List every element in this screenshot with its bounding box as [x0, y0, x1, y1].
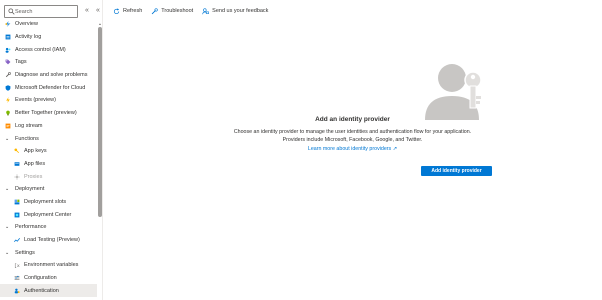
main-content: Add an identity provider Choose an ident… — [103, 22, 602, 300]
authentication-icon — [14, 288, 20, 294]
search-icon — [8, 8, 15, 15]
sidebar-item-label: Proxies — [24, 173, 43, 180]
sidebar-item-configuration[interactable]: Configuration — [0, 272, 97, 285]
sidebar-item-label: Overview — [15, 21, 38, 28]
search-input[interactable] — [15, 6, 77, 17]
chevron-down-icon: ⌄ — [5, 186, 10, 193]
learn-more-link[interactable]: Learn more about identity providers ↗ — [103, 146, 602, 152]
command-bar: Refresh Troubleshoot Send us your feedba… — [103, 0, 602, 22]
sidebar-item-deployment-slots[interactable]: Deployment slots — [0, 196, 97, 209]
load-testing-icon — [14, 237, 20, 243]
group-settings[interactable]: ⌄ Settings — [0, 246, 97, 259]
sidebar-item-label: Log stream — [15, 122, 43, 129]
sidebar-item-app-keys[interactable]: App keys — [0, 145, 97, 158]
collapse-sidebar-button[interactable]: « — [94, 6, 102, 16]
chevron-down-icon: ⌄ — [5, 249, 10, 256]
sidebar-item-label: Better Together (preview) — [15, 110, 77, 117]
feedback-label: Send us your feedback — [212, 8, 269, 14]
sidebar-item-overview[interactable]: Overview — [0, 18, 97, 31]
wrench-icon — [151, 7, 158, 14]
variables-icon: [x] — [14, 263, 20, 268]
sidebar-item-label: Configuration — [24, 275, 57, 282]
sidebar-item-label: Microsoft Defender for Cloud — [15, 84, 86, 91]
feedback-icon — [202, 7, 210, 14]
page-title: Add an identity provider — [315, 116, 390, 123]
add-identity-provider-button[interactable]: Add identity provider — [421, 166, 492, 176]
sidebar-item-authentication[interactable]: Authentication — [0, 284, 97, 298]
group-label: Functions — [15, 135, 39, 142]
troubleshoot-button[interactable]: Troubleshoot — [151, 7, 194, 15]
page-description: Choose an identity provider to manage th… — [103, 129, 602, 144]
sidebar-item-events[interactable]: Events (preview) — [0, 94, 97, 107]
events-icon — [6, 97, 10, 104]
group-functions[interactable]: ⌄ Functions — [0, 132, 97, 145]
refresh-label: Refresh — [123, 8, 143, 14]
lightning-icon — [5, 21, 11, 28]
sidebar-item-proxies[interactable]: Proxies — [0, 170, 97, 183]
sidebar-item-label: Authentication — [24, 287, 59, 294]
group-deployment[interactable]: ⌄ Deployment — [0, 183, 97, 196]
description-line: Choose an identity provider to manage th… — [233, 129, 472, 135]
chevron-down-icon: ⌄ — [5, 224, 10, 231]
svg-text:[x]: [x] — [14, 263, 20, 268]
configuration-icon — [14, 275, 20, 280]
sidebar-item-label: Environment variables — [24, 262, 79, 269]
sidebar-item-defender[interactable]: Microsoft Defender for Cloud — [0, 81, 97, 94]
scrollbar-thumb[interactable] — [98, 27, 102, 217]
sidebar-item-label: Tags — [15, 59, 27, 66]
log-stream-icon — [5, 123, 11, 129]
sidebar-item-label: Events (preview) — [15, 97, 56, 104]
sidebar-item-deployment-center[interactable]: Deployment Center — [0, 208, 97, 221]
files-icon — [14, 162, 20, 166]
group-performance[interactable]: ⌄ Performance — [0, 221, 97, 234]
sidebar-item-load-testing[interactable]: Load Testing (Preview) — [0, 234, 97, 247]
troubleshoot-label: Troubleshoot — [161, 8, 194, 14]
sidebar-item-activity-log[interactable]: Activity log — [0, 31, 97, 44]
sidebar-item-label: Deployment slots — [24, 198, 67, 205]
wrench-icon — [5, 72, 11, 78]
search-row: « « — [4, 5, 100, 19]
sidebar-item-label: App files — [24, 160, 46, 167]
sidebar-item-label: Activity log — [15, 34, 42, 41]
shield-icon — [5, 85, 11, 91]
search-box[interactable] — [4, 5, 78, 18]
group-label: Performance — [15, 224, 47, 231]
tag-icon — [5, 60, 11, 65]
sidebar-nav: Overview Activity log Access control (IA… — [0, 18, 97, 298]
key-icon — [14, 148, 20, 154]
slots-icon — [14, 199, 20, 205]
refresh-icon — [113, 7, 120, 14]
scroll-up-arrow-icon[interactable]: ▲ — [98, 22, 102, 26]
feedback-button[interactable]: Send us your feedback — [202, 7, 269, 15]
sidebar-item-label: Deployment Center — [24, 211, 72, 218]
sidebar-item-log-stream[interactable]: Log stream — [0, 120, 97, 133]
sidebar-item-app-files[interactable]: App files — [0, 158, 97, 171]
group-label: Settings — [15, 249, 35, 256]
sidebar: « « Overview Activity log Access control… — [0, 0, 103, 300]
lightbulb-icon — [6, 110, 10, 116]
sidebar-item-better-together[interactable]: Better Together (preview) — [0, 107, 97, 120]
sidebar-scrollbar[interactable]: ▲ — [98, 22, 102, 300]
activity-log-icon — [5, 34, 11, 40]
sidebar-item-label: Access control (IAM) — [15, 46, 66, 53]
sidebar-item-access-control[interactable]: Access control (IAM) — [0, 43, 97, 56]
sidebar-item-label: Diagnose and solve problems — [15, 72, 88, 79]
sidebar-item-environment-variables[interactable]: [x] Environment variables — [0, 259, 97, 272]
proxies-icon — [14, 173, 20, 180]
sidebar-item-label: App keys — [24, 148, 47, 155]
expand-collapse-button[interactable]: « — [83, 6, 91, 16]
description-line: Providers include Microsoft, Facebook, G… — [282, 136, 423, 143]
chevron-down-icon: ⌄ — [5, 135, 10, 142]
sidebar-item-label: Load Testing (Preview) — [24, 237, 80, 244]
sidebar-item-tags[interactable]: Tags — [0, 56, 97, 69]
sidebar-item-diagnose[interactable]: Diagnose and solve problems — [0, 69, 97, 82]
app-window: « « Overview Activity log Access control… — [0, 0, 602, 300]
deployment-center-icon — [14, 212, 20, 218]
iam-icon — [5, 47, 11, 53]
refresh-button[interactable]: Refresh — [113, 7, 143, 15]
group-label: Deployment — [15, 186, 45, 193]
